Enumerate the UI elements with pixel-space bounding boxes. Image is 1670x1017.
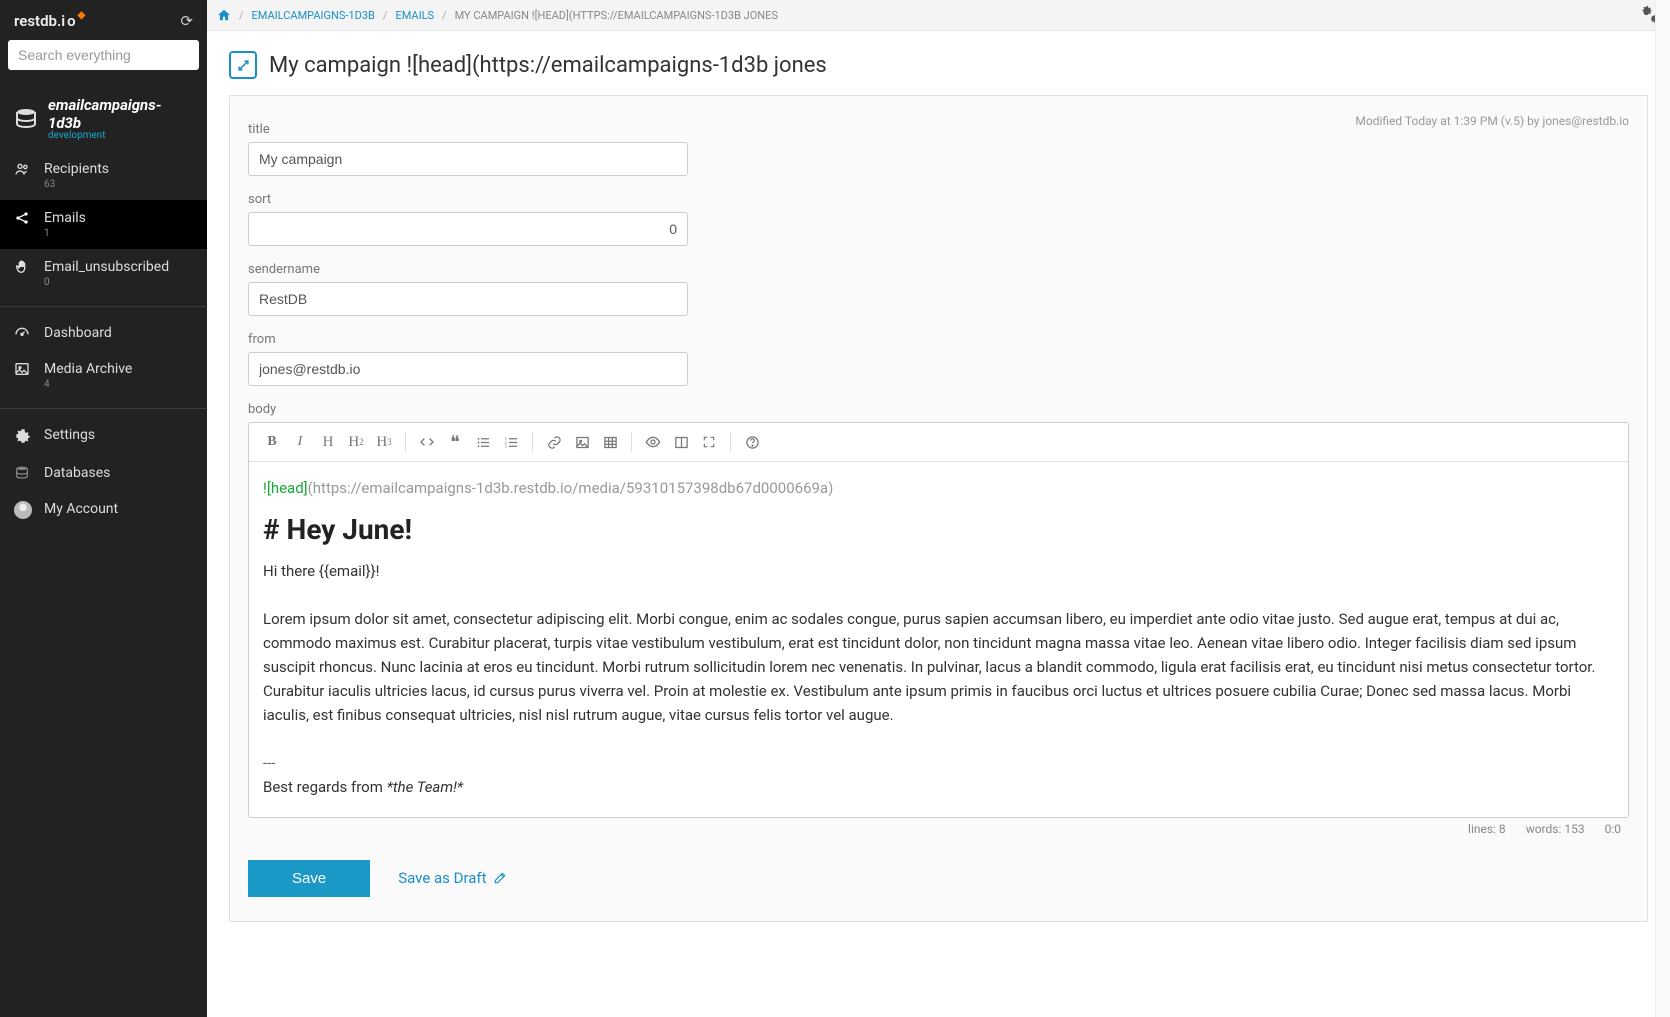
database-icon: [14, 107, 38, 131]
md-signoff: Best regards from *the Team!*: [263, 775, 1614, 799]
expand-button[interactable]: [229, 51, 257, 79]
field-label-sendername: sendername: [248, 262, 1629, 277]
field-label-from: from: [248, 332, 1629, 347]
sidebyside-icon[interactable]: [668, 429, 694, 455]
save-button[interactable]: Save: [248, 860, 370, 897]
sidebar-item-label: Settings: [44, 427, 95, 443]
sidebar-top: restdb.io◆ ⟳: [0, 0, 207, 40]
avatar-icon: [14, 501, 32, 523]
breadcrumb-link[interactable]: EMAILS: [395, 9, 434, 22]
main: / EMAILCAMPAIGNS-1D3B / EMAILS / MY CAMP…: [207, 0, 1670, 1017]
editor-body[interactable]: ![head](https://emailcampaigns-1d3b.rest…: [249, 462, 1628, 817]
sidebar-item-count: 0: [44, 277, 169, 288]
search-input[interactable]: [8, 40, 199, 70]
database-env: development: [48, 130, 193, 141]
image-icon[interactable]: [569, 429, 595, 455]
hand-icon: [14, 259, 32, 275]
field-label-body: body: [248, 402, 1629, 417]
editor-toolbar: B I H H2 H3 ❝ 123: [249, 423, 1628, 462]
database-icon: [14, 465, 32, 481]
editor-words: words: 153: [1526, 822, 1585, 836]
md-heading: # Hey June!: [263, 508, 1614, 553]
topbar: / EMAILCAMPAIGNS-1D3B / EMAILS / MY CAMP…: [207, 0, 1670, 31]
help-icon[interactable]: [739, 429, 765, 455]
users-icon: [14, 161, 32, 177]
md-hr: ---: [263, 751, 1614, 775]
md-paragraph: Lorem ipsum dolor sit amet, consectetur …: [263, 607, 1614, 727]
refresh-icon[interactable]: ⟳: [180, 12, 193, 30]
sidebar-item-label: My Account: [44, 501, 118, 517]
ul-icon[interactable]: [470, 429, 496, 455]
scrollbar-thumb[interactable]: [1658, 32, 1669, 672]
heading2-icon[interactable]: H2: [343, 429, 369, 455]
sidebar-item-settings[interactable]: Settings: [0, 417, 207, 455]
table-icon[interactable]: [597, 429, 623, 455]
sendername-input[interactable]: [248, 282, 688, 316]
sidebar-item-media[interactable]: Media Archive 4: [0, 351, 207, 400]
ol-icon[interactable]: 123: [498, 429, 524, 455]
save-draft-button[interactable]: Save as Draft: [398, 869, 506, 887]
link-icon[interactable]: [541, 429, 567, 455]
from-input[interactable]: [248, 352, 688, 386]
page-header: My campaign ![head](https://emailcampaig…: [207, 31, 1670, 95]
share-icon: [14, 210, 32, 226]
title-input[interactable]: [248, 142, 688, 176]
edit-icon: [493, 871, 507, 885]
scrollbar[interactable]: [1655, 0, 1670, 1017]
sidebar-item-count: 63: [44, 179, 109, 190]
preview-icon[interactable]: [640, 429, 666, 455]
editor-footer: lines: 8 words: 153 0:0: [248, 818, 1629, 838]
md-image-tag: ![head]: [263, 479, 308, 497]
quote-icon[interactable]: ❝: [442, 429, 468, 455]
sort-input[interactable]: [248, 212, 688, 246]
code-icon[interactable]: [414, 429, 440, 455]
gauge-icon: [14, 325, 32, 341]
fullscreen-icon[interactable]: [696, 429, 722, 455]
sidebar: restdb.io◆ ⟳ emailcampaigns-1d3b develop…: [0, 0, 207, 1017]
field-label-sort: sort: [248, 192, 1629, 207]
editor-pos: 0:0: [1605, 822, 1621, 836]
breadcrumb-link[interactable]: EMAILCAMPAIGNS-1D3B: [252, 9, 375, 22]
sidebar-item-count: 1: [44, 228, 86, 239]
form-panel: Modified Today at 1:39 PM (v.5) by jones…: [229, 95, 1648, 922]
sidebar-item-unsubscribed[interactable]: Email_unsubscribed 0: [0, 249, 207, 298]
button-row: Save Save as Draft: [248, 860, 1629, 897]
editor-lines: lines: 8: [1468, 822, 1506, 836]
sidebar-item-label: Emails: [44, 210, 86, 226]
sidebar-item-dashboard[interactable]: Dashboard: [0, 315, 207, 351]
sidebar-item-databases[interactable]: Databases: [0, 455, 207, 491]
italic-icon[interactable]: I: [287, 429, 313, 455]
sidebar-item-label: Recipients: [44, 161, 109, 177]
database-name: emailcampaigns-1d3b: [48, 96, 193, 132]
logo[interactable]: restdb.io◆: [14, 12, 85, 30]
logo-accent-icon: ◆: [78, 10, 86, 21]
image-icon: [14, 361, 32, 377]
bold-icon[interactable]: B: [259, 429, 285, 455]
sidebar-item-label: Dashboard: [44, 325, 112, 341]
sidebar-item-label: Media Archive: [44, 361, 132, 377]
page-title: My campaign ![head](https://emailcampaig…: [269, 53, 827, 78]
md-image-url: (https://emailcampaigns-1d3b.restdb.io/m…: [308, 479, 834, 497]
breadcrumb: / EMAILCAMPAIGNS-1D3B / EMAILS / MY CAMP…: [217, 8, 778, 22]
md-greeting: Hi there {{email}}!: [263, 559, 1614, 583]
heading3-icon[interactable]: H3: [371, 429, 397, 455]
home-icon[interactable]: [217, 8, 231, 22]
sidebar-item-label: Email_unsubscribed: [44, 259, 169, 275]
markdown-editor: B I H H2 H3 ❝ 123: [248, 422, 1629, 818]
sidebar-item-count: 4: [44, 379, 132, 390]
gear-icon: [14, 427, 32, 445]
sidebar-item-recipients[interactable]: Recipients 63: [0, 151, 207, 200]
heading-icon[interactable]: H: [315, 429, 341, 455]
breadcrumb-current: MY CAMPAIGN ![HEAD](HTTPS://EMAILCAMPAIG…: [455, 9, 778, 22]
sidebar-item-label: Databases: [44, 465, 110, 481]
svg-text:3: 3: [504, 443, 507, 448]
database-header[interactable]: emailcampaigns-1d3b development: [0, 82, 207, 151]
sidebar-item-account[interactable]: My Account: [0, 491, 207, 533]
sidebar-item-emails[interactable]: Emails 1: [0, 200, 207, 249]
